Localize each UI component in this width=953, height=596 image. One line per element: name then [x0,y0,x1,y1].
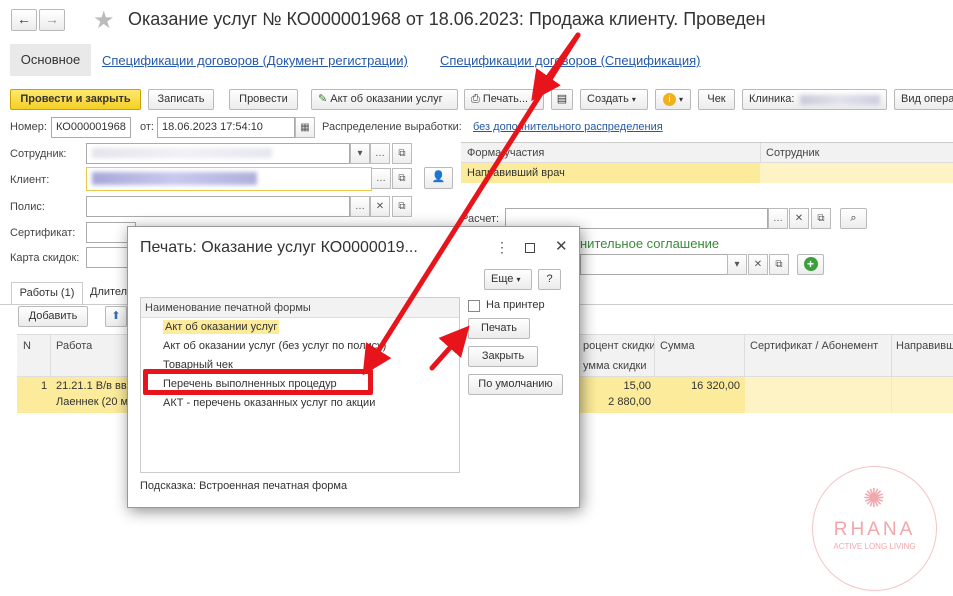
brand-logo-icon: ✺ [863,483,885,513]
annotation-arrows [362,32,581,376]
brand-name: RHANA [833,519,916,540]
brand-tagline: ACTIVE LONG LIVING [833,542,916,551]
arrow-to-dialog-print [429,325,470,371]
arrow-to-procedures-item [362,32,581,376]
brand-watermark: ✺ RHANA ACTIVE LONG LIVING [812,466,937,591]
